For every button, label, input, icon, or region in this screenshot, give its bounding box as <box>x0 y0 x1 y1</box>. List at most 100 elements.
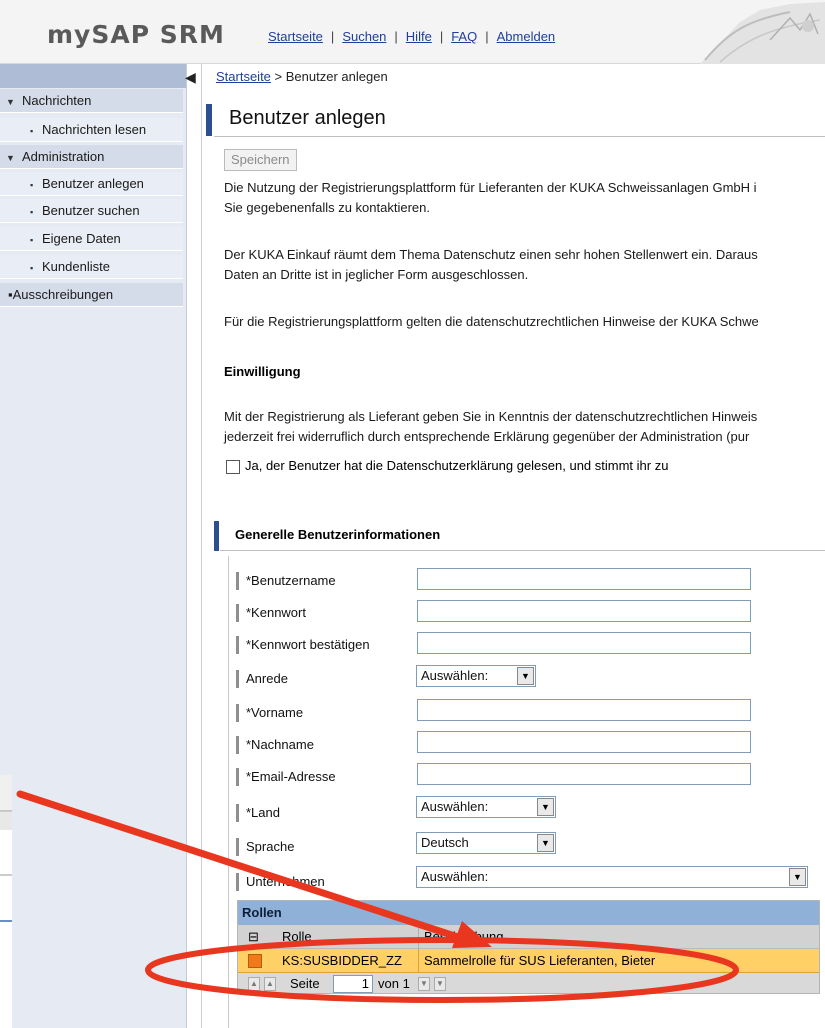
table-pager: ▲ ▲ Seite 1 von 1 ▼ ▼ <box>238 973 819 995</box>
column-divider <box>418 949 419 973</box>
language-select-value: Deutsch <box>421 835 469 850</box>
salutation-label: Anrede <box>236 670 288 688</box>
privacy-paragraph-line: Der KUKA Einkauf räumt dem Thema Datensc… <box>224 247 758 262</box>
page-title: Benutzer anlegen <box>229 107 386 129</box>
sidebar-item-nachrichten[interactable]: ▼ Nachrichten <box>0 89 183 113</box>
sidebar-item-label: Kundenliste <box>42 259 110 274</box>
nav-link-suchen[interactable]: Suchen <box>342 29 386 44</box>
roles-table: Rollen ⊟ Rolle Beschreibung KS:SUSBIDDER… <box>237 900 820 994</box>
nav-link-faq[interactable]: FAQ <box>451 29 477 44</box>
column-header-rolle[interactable]: Rolle <box>282 925 312 949</box>
sidebar-item-benutzer-anlegen[interactable]: ▪ Benutzer anlegen <box>0 172 183 196</box>
background-window-fragment <box>0 775 12 1028</box>
consent-paragraph-line: Mit der Registrierung als Lieferant gebe… <box>224 409 758 424</box>
save-button[interactable]: Speichern <box>224 149 297 171</box>
language-select[interactable]: Deutsch ▼ <box>416 832 556 854</box>
sidebar-item-label: Nachrichten lesen <box>42 122 147 137</box>
bullet-icon: ▪ <box>30 180 34 190</box>
app-logo: mySAP SRM <box>47 20 225 49</box>
top-navigation: Startseite | Suchen | Hilfe | FAQ | Abmelden <box>268 29 555 44</box>
title-divider <box>214 136 825 137</box>
email-field[interactable] <box>417 763 751 785</box>
sidebar-item-benutzer-suchen[interactable]: ▪ Benutzer suchen <box>0 199 183 223</box>
row-selector[interactable] <box>248 954 262 968</box>
language-label: Sprache <box>236 838 294 856</box>
email-label: *Email-Adresse <box>236 768 336 786</box>
description-cell: Sammelrolle für SUS Lieferanten, Bieter <box>424 953 656 968</box>
bullet-icon: ▪ <box>30 126 34 136</box>
password-confirm-label: *Kennwort bestätigen <box>236 636 370 654</box>
company-select[interactable]: Auswählen: ▼ <box>416 866 808 888</box>
consent-checkbox[interactable] <box>226 460 240 474</box>
company-select-value: Auswählen: <box>421 869 489 884</box>
consent-heading: Einwilligung <box>224 364 301 379</box>
sidebar-item-administration[interactable]: ▼ Administration <box>0 145 183 169</box>
sidebar-item-nachrichten-lesen[interactable]: ▪ Nachrichten lesen <box>0 118 183 142</box>
sidebar-header-bar <box>0 64 186 88</box>
section-divider <box>220 550 825 551</box>
privacy-notice-paragraph: Für die Registrierungsplattform gelten d… <box>224 314 759 329</box>
username-field[interactable] <box>417 568 751 590</box>
app-header: mySAP SRM Startseite | Suchen | Hilfe | FAQ | Ab… <box>0 0 825 64</box>
intro-paragraph-line: Sie gegebenenfalls zu kontaktieren. <box>224 200 430 215</box>
nav-separator: | <box>394 29 398 44</box>
nav-separator: | <box>485 29 489 44</box>
header-decoration-graphic <box>700 2 825 64</box>
dropdown-arrow-icon: ▼ <box>537 798 554 816</box>
pager-label: Seite <box>290 976 320 991</box>
breadcrumb-separator: > <box>274 69 283 84</box>
password-field[interactable] <box>417 600 751 622</box>
dropdown-arrow-icon: ▼ <box>517 667 534 685</box>
company-label: Unternehmen <box>236 873 325 891</box>
triangle-down-icon: ▼ <box>6 153 15 163</box>
sidebar-item-label: Benutzer anlegen <box>42 176 144 191</box>
country-label: *Land <box>236 804 280 822</box>
section-title: Generelle Benutzerinformationen <box>235 527 441 542</box>
nav-separator: | <box>330 29 335 44</box>
bullet-icon: ▪ <box>30 263 34 273</box>
page-first-icon[interactable]: ▲ <box>248 977 260 991</box>
nav-link-abmelden[interactable]: Abmelden <box>497 29 556 44</box>
lastname-label: *Nachname <box>236 736 314 754</box>
column-divider <box>418 925 419 949</box>
roles-table-title: Rollen <box>238 901 819 925</box>
firstname-label: *Vorname <box>236 704 303 722</box>
nav-link-startseite[interactable]: Startseite <box>268 29 323 44</box>
screenshot-frame: mySAP SRM Startseite | Suchen | Hilfe | FAQ | Ab… <box>0 0 825 1028</box>
page-last-icon[interactable]: ▼ <box>434 977 446 991</box>
firstname-field[interactable] <box>417 699 751 721</box>
breadcrumb-current: Benutzer anlegen <box>285 69 388 84</box>
salutation-select[interactable]: Auswählen: ▼ <box>416 665 536 687</box>
nav-separator: | <box>439 29 444 44</box>
pager-total: von 1 <box>378 976 410 991</box>
password-label: *Kennwort <box>236 604 306 622</box>
dropdown-arrow-icon: ▼ <box>789 868 806 886</box>
content-divider <box>201 64 202 1028</box>
password-confirm-field[interactable] <box>417 632 751 654</box>
sidebar-item-label: Administration <box>22 149 105 164</box>
consent-checkbox-label: Ja, der Benutzer hat die Datenschutzerkl… <box>245 458 669 473</box>
sidebar-item-label: Benutzer suchen <box>42 203 140 218</box>
sidebar-item-ausschreibungen[interactable]: ▪Ausschreibungen <box>0 283 183 307</box>
country-select[interactable]: Auswählen: ▼ <box>416 796 556 818</box>
nav-link-hilfe[interactable]: Hilfe <box>406 29 432 44</box>
role-cell: KS:SUSBIDDER_ZZ <box>282 953 402 968</box>
intro-paragraph-line: Die Nutzung der Registrierungsplattform … <box>224 180 757 195</box>
table-row[interactable]: KS:SUSBIDDER_ZZ Sammelrolle für SUS Lief… <box>238 949 819 973</box>
username-label: *Benutzername <box>236 572 336 590</box>
consent-paragraph-line: jederzeit frei widerruflich durch entspr… <box>224 429 750 444</box>
breadcrumb: Startseite > Benutzer anlegen <box>216 69 388 84</box>
select-all-icon[interactable]: ⊟ <box>248 925 259 949</box>
breadcrumb-home-link[interactable]: Startseite <box>216 69 271 84</box>
privacy-paragraph-line: Daten an Dritte ist in jeglicher Form au… <box>224 267 529 282</box>
sidebar-item-kundenliste[interactable]: ▪ Kundenliste <box>0 255 183 279</box>
page-number-input[interactable]: 1 <box>333 975 373 993</box>
salutation-select-value: Auswählen: <box>421 668 489 683</box>
sidebar-item-eigene-daten[interactable]: ▪ Eigene Daten <box>0 227 183 251</box>
page-next-icon[interactable]: ▼ <box>418 977 430 991</box>
column-header-beschreibung[interactable]: Beschreibung <box>424 925 504 949</box>
page-prev-icon[interactable]: ▲ <box>264 977 276 991</box>
country-select-value: Auswählen: <box>421 799 489 814</box>
lastname-field[interactable] <box>417 731 751 753</box>
collapse-arrow-icon[interactable]: ◀ <box>185 69 196 86</box>
